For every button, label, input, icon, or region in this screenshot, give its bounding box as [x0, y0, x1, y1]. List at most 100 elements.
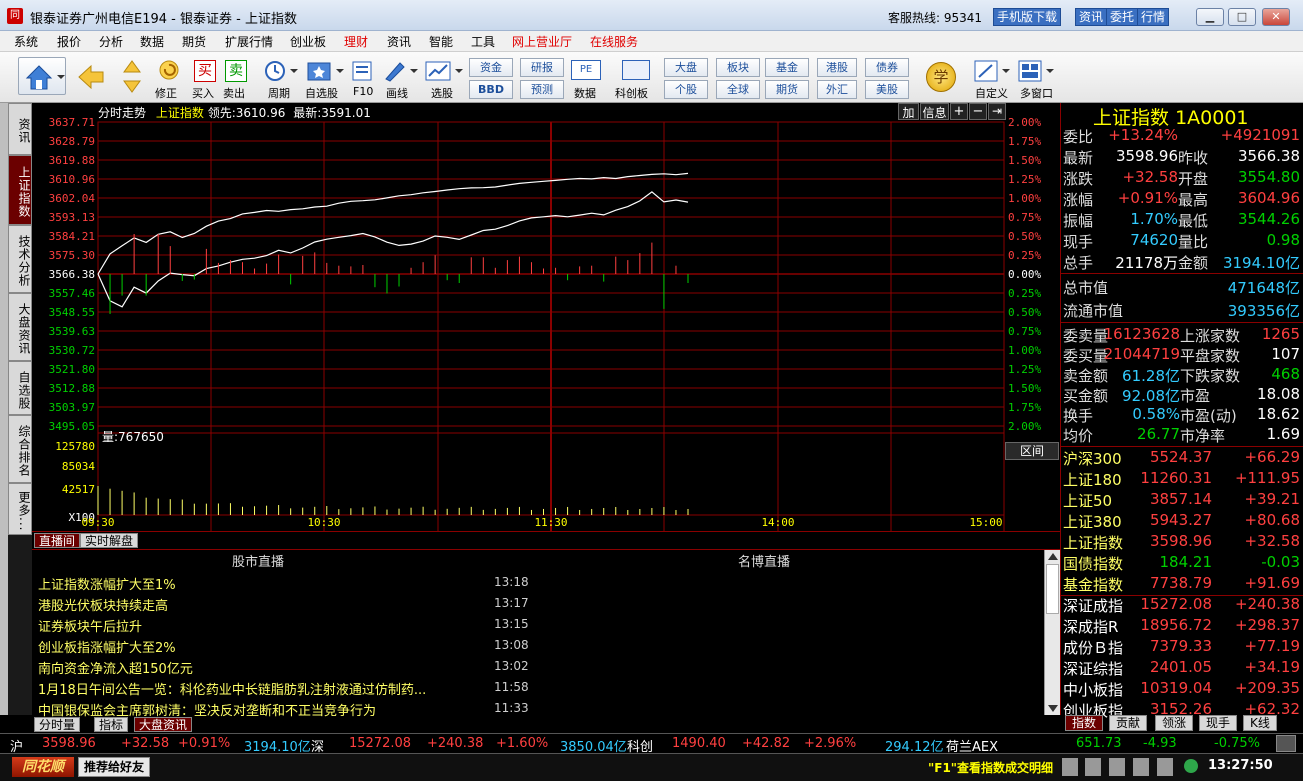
f10-button[interactable]: F10 — [353, 85, 373, 98]
capital-button[interactable]: 资金 — [469, 58, 513, 77]
intraday-chart[interactable]: 3637.71 2.00% 3628.79 1.75% 3619.88 1.50% 3610… — [32, 103, 1060, 531]
bond-button[interactable]: 债券 — [865, 58, 909, 77]
menu-analysis[interactable]: 分析 — [99, 33, 123, 50]
menu-info[interactable]: 资讯 — [387, 33, 411, 50]
zoom-out-button[interactable]: − — [969, 103, 987, 120]
quote-tab[interactable]: 现手 — [1199, 715, 1238, 731]
futures-button[interactable]: 期货 — [765, 80, 809, 99]
menu-futures[interactable]: 期货 — [182, 33, 206, 50]
index-row[interactable]: 沪深300 5524.37 +66.29 — [1061, 448, 1303, 469]
sector-button[interactable]: 板块 — [716, 58, 760, 77]
news-item[interactable]: 南向资金净流入超150亿元 — [38, 658, 484, 677]
range-button[interactable]: 区间 — [1005, 442, 1059, 460]
individual-stock-button[interactable]: 个股 — [664, 80, 708, 99]
news-item[interactable]: 上证指数涨幅扩大至1% — [38, 574, 484, 593]
up-arrow-icon[interactable] — [120, 57, 144, 79]
chat-icon[interactable] — [1157, 758, 1173, 776]
period-button[interactable]: 周期 — [268, 85, 290, 101]
home-button[interactable] — [18, 57, 66, 95]
tab-ranking[interactable]: 综合排名 — [8, 415, 32, 483]
add-button[interactable]: 加 — [898, 103, 919, 120]
index-row[interactable]: 上证380 5943.27 +80.68 — [1061, 511, 1303, 532]
custom-button[interactable]: 自定义 — [975, 85, 1008, 101]
index-row[interactable]: 深证成指 15272.08 +240.38 — [1061, 595, 1303, 616]
hk-stock-button[interactable]: 港股 — [817, 58, 857, 77]
tab-watchlist[interactable]: 自选股 — [8, 361, 32, 415]
buy-button[interactable]: 买入 — [192, 85, 214, 101]
index-row[interactable]: 上证50 3857.14 +39.21 — [1061, 490, 1303, 511]
forex-button[interactable]: 外汇 — [817, 80, 857, 99]
tab-volume[interactable]: 分时量 — [34, 717, 81, 732]
news-item[interactable]: 港股光伏板块持续走高 — [38, 595, 484, 614]
index-row[interactable]: 基金指数 7738.79 +91.69 — [1061, 574, 1303, 596]
menu-online-hall[interactable]: 网上营业厅 — [512, 33, 572, 50]
index-row[interactable]: 上证180 11260.31 +111.95 — [1061, 469, 1303, 490]
recommend-button[interactable]: 推荐给好友 — [78, 757, 150, 777]
index-row[interactable]: 成份Ｂ指 7379.33 +77.19 — [1061, 637, 1303, 658]
news-button[interactable]: 资讯 — [1075, 8, 1108, 26]
menu-gem[interactable]: 创业板 — [290, 33, 326, 50]
news-item[interactable]: 证券板块午后拉升 — [38, 616, 484, 635]
global-button[interactable]: 全球 — [716, 80, 760, 99]
expand-button[interactable]: ⇥ — [988, 103, 1006, 120]
data-button[interactable]: 数据 — [574, 85, 596, 101]
tab-tech-analysis[interactable]: 技术分析 — [8, 225, 32, 293]
tab-market-info[interactable]: 大盘资讯 — [134, 717, 193, 732]
news-item[interactable]: 1月18日午间公告一览：科伦药业中长链脂肪乳注射液通过仿制药... — [38, 679, 484, 698]
research-button[interactable]: 研报 — [520, 58, 564, 77]
info-button[interactable]: 信息 — [920, 103, 949, 120]
tab-market-news[interactable]: 大盘资讯 — [8, 293, 32, 361]
menu-finance[interactable]: 理财 — [344, 33, 368, 50]
index-row[interactable]: 深证综指 2401.05 +34.19 — [1061, 658, 1303, 679]
menu-smart[interactable]: 智能 — [429, 33, 453, 50]
zoom-in-button[interactable]: + — [950, 103, 968, 120]
order-button[interactable]: 委托 — [1106, 8, 1139, 26]
down-arrow-icon[interactable] — [120, 78, 144, 100]
scroll-down-icon[interactable] — [1048, 705, 1058, 712]
tab-sh-index[interactable]: 上证指数 — [8, 155, 32, 225]
menu-data[interactable]: 数据 — [140, 33, 164, 50]
network-icon[interactable] — [1133, 758, 1149, 776]
bbd-button[interactable]: BBD — [469, 80, 513, 99]
menu-tools[interactable]: 工具 — [471, 33, 495, 50]
quote-tab[interactable]: 贡献 — [1109, 715, 1148, 731]
quotes-button[interactable]: 行情 — [1137, 8, 1170, 26]
favorites-button[interactable]: 自选股 — [305, 85, 338, 101]
star-market-button[interactable]: 科创板 — [615, 85, 648, 101]
index-row[interactable]: 国债指数 184.21 -0.03 — [1061, 553, 1303, 574]
menu-ext-quotes[interactable]: 扩展行情 — [225, 33, 273, 50]
tab-realtime-analysis[interactable]: 实时解盘 — [80, 533, 139, 548]
news-item[interactable]: 中国银保监会主席郭树清：坚决反对垄断和不正当竞争行为 — [38, 700, 484, 719]
modify-button[interactable]: 修正 — [155, 85, 177, 101]
index-row[interactable]: 深成指R 18956.72 +298.37 — [1061, 616, 1303, 637]
learn-icon[interactable]: 学 — [926, 62, 956, 92]
sell-button[interactable]: 卖出 — [223, 85, 245, 101]
draw-line-button[interactable]: 画线 — [386, 85, 408, 101]
index-row[interactable]: 中小板指 10319.04 +209.35 — [1061, 679, 1303, 700]
tab-indicator[interactable]: 指标 — [94, 717, 129, 732]
tab-live-room[interactable]: 直播间 — [34, 533, 81, 548]
maximize-button[interactable]: □ — [1228, 8, 1256, 26]
minimize-button[interactable]: ▁ — [1196, 8, 1224, 26]
quote-tab[interactable]: 领涨 — [1155, 715, 1194, 731]
tab-news[interactable]: 资讯 — [8, 103, 32, 155]
forecast-button[interactable]: 预测 — [520, 80, 564, 99]
menu-system[interactable]: 系统 — [14, 33, 38, 50]
scroll-up-icon[interactable] — [1048, 553, 1058, 560]
index-row[interactable]: 上证指数 3598.96 +32.58 — [1061, 532, 1303, 553]
market-button[interactable]: 大盘 — [664, 58, 708, 77]
lock-icon[interactable] — [1109, 758, 1125, 776]
mobile-download-button[interactable]: 手机版下载 — [993, 8, 1062, 26]
menu-quote[interactable]: 报价 — [57, 33, 81, 50]
news-item[interactable]: 创业板指涨幅扩大至2% — [38, 637, 484, 656]
print-icon[interactable] — [1085, 758, 1101, 776]
us-stock-button[interactable]: 美股 — [865, 80, 909, 99]
multi-window-button[interactable]: 多窗口 — [1020, 85, 1053, 101]
menu-online-service[interactable]: 在线服务 — [590, 33, 638, 50]
tab-more[interactable]: 更多... — [8, 483, 32, 535]
wrench-icon[interactable] — [1276, 735, 1296, 752]
quote-tab[interactable]: K线 — [1243, 715, 1277, 731]
stock-picker-button[interactable]: 选股 — [431, 85, 453, 101]
fund-button[interactable]: 基金 — [765, 58, 809, 77]
news-scrollbar[interactable] — [1044, 550, 1060, 715]
